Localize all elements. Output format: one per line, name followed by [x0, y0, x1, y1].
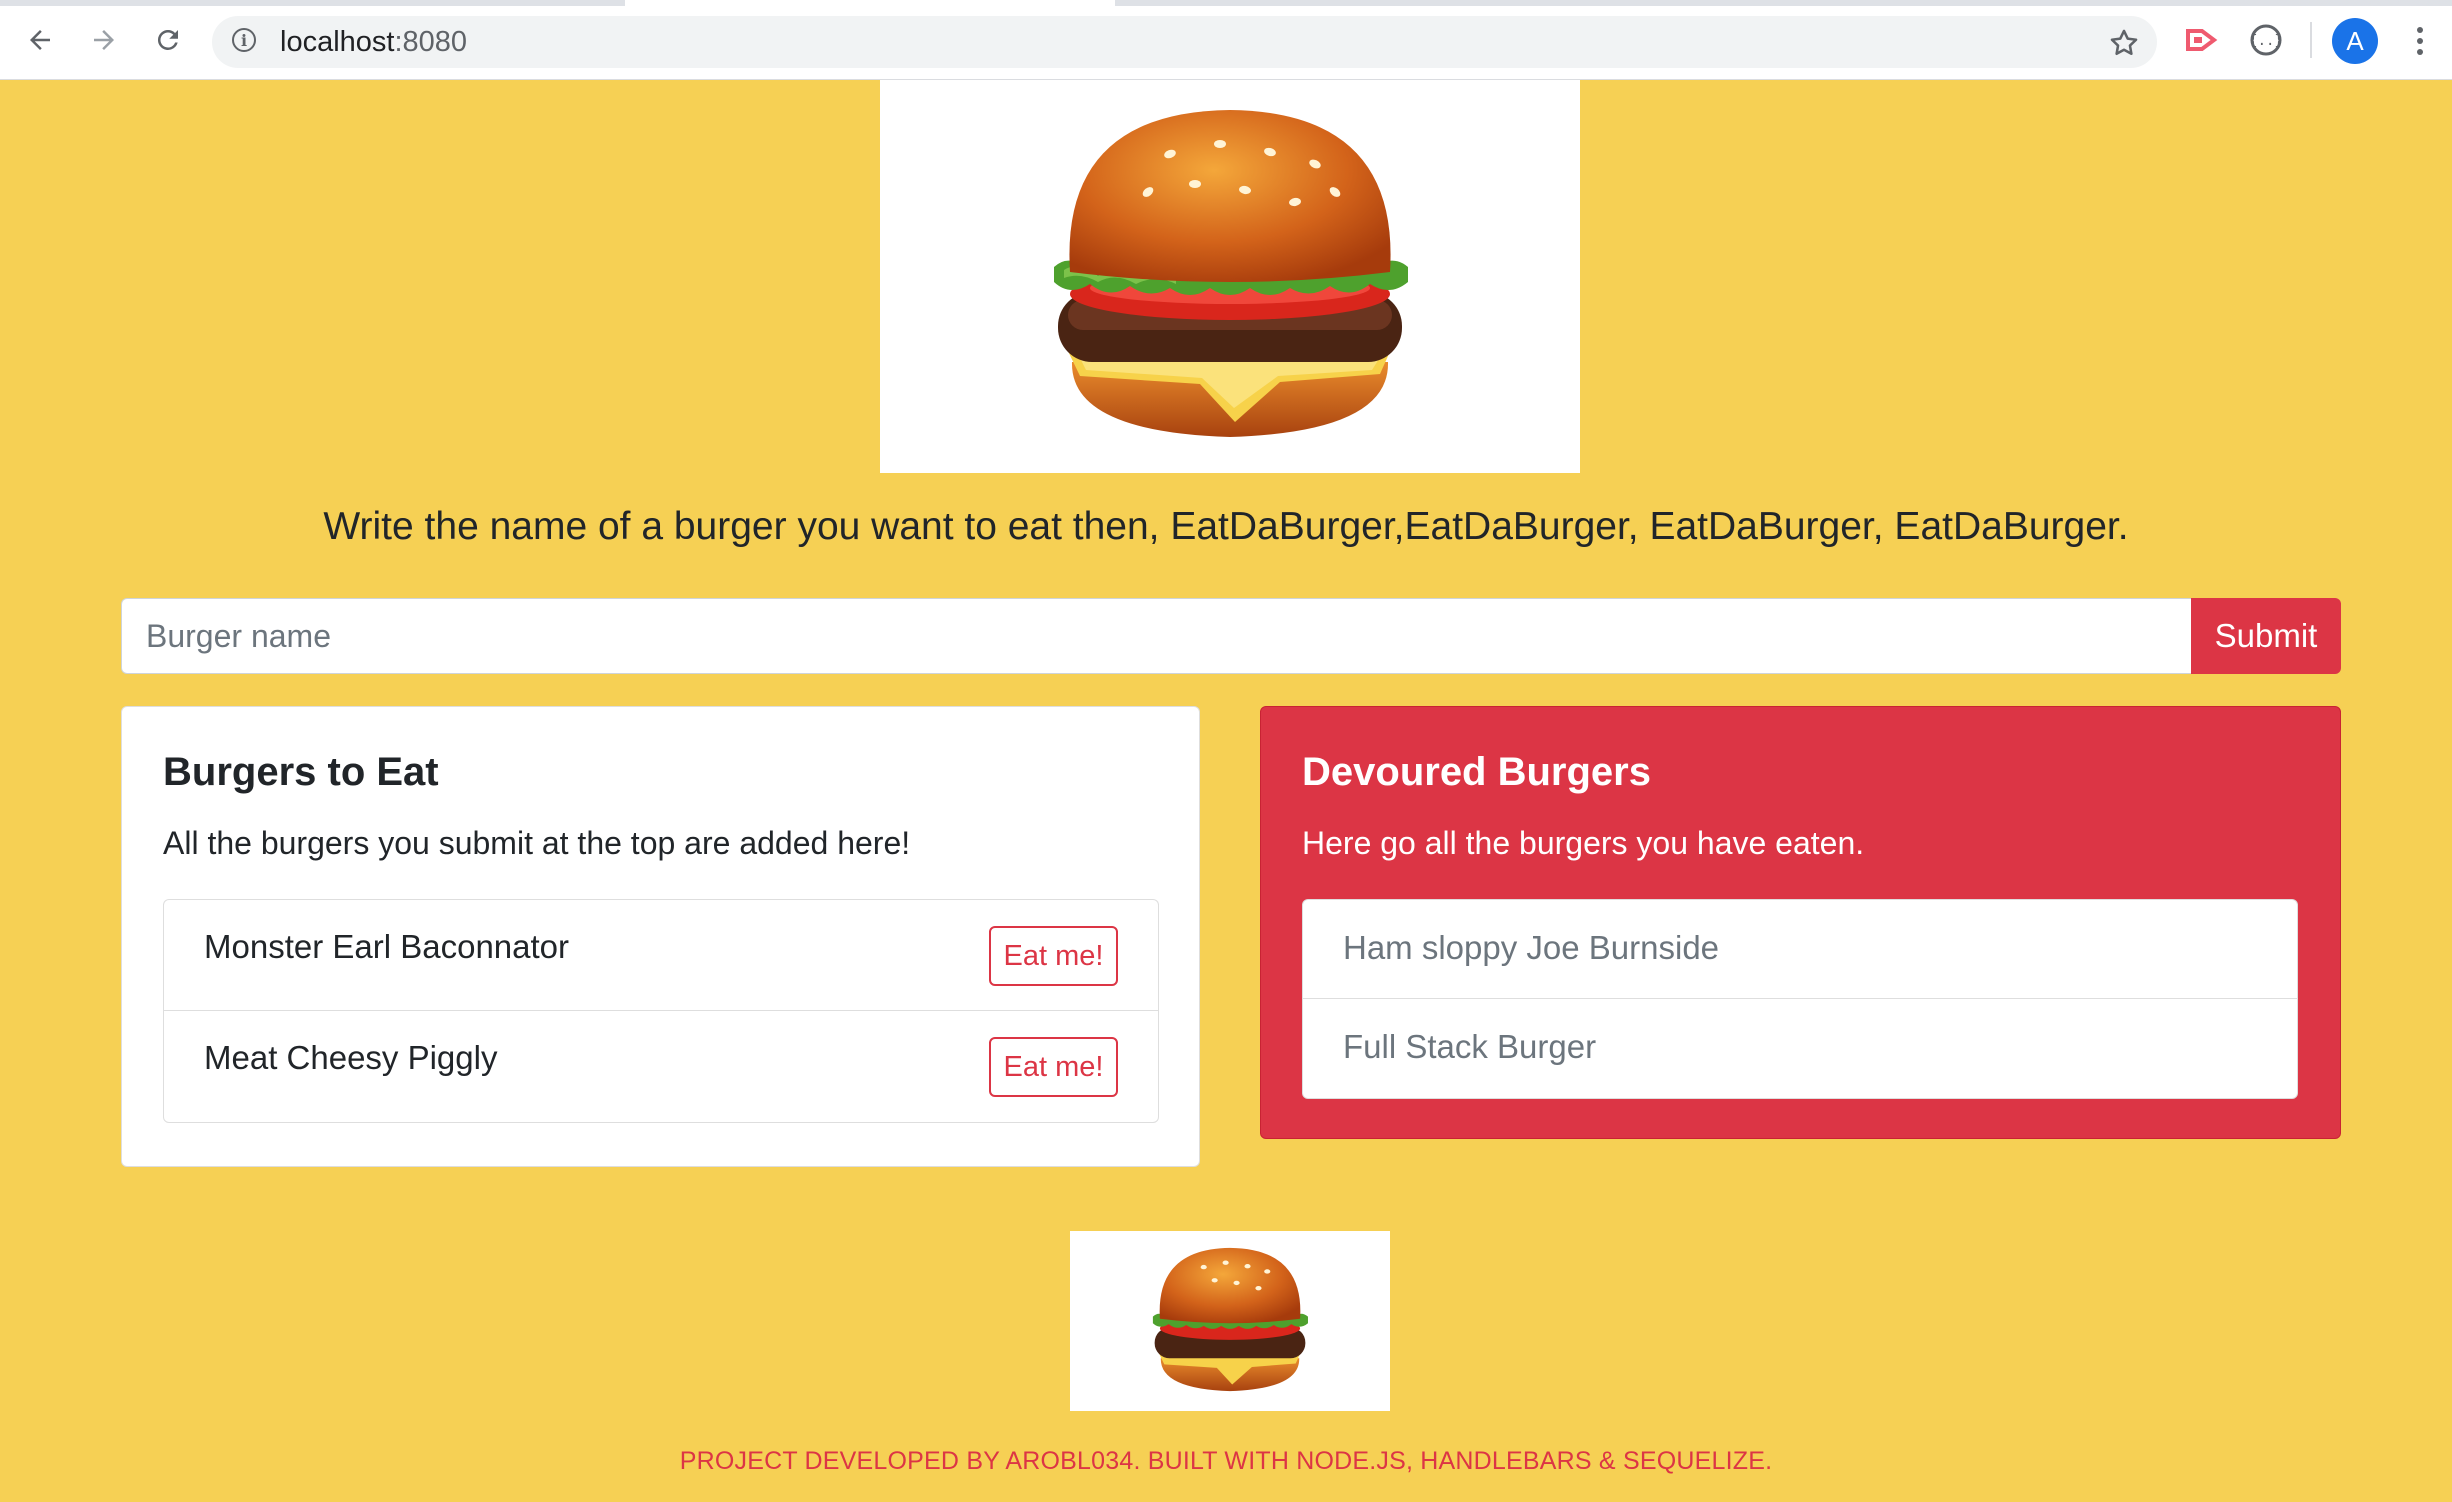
back-arrow-icon[interactable]	[18, 18, 62, 62]
intro-text: Write the name of a burger you want to e…	[323, 505, 2129, 548]
burgers-to-eat-title: Burgers to Eat	[163, 750, 439, 794]
list-item: Meat Cheesy Piggly Eat me!	[164, 1011, 1158, 1122]
footer-burger-image	[1070, 1231, 1390, 1411]
burgers-to-eat-list: Monster Earl Baconnator Eat me! Meat Che…	[163, 899, 1159, 1123]
url-port: :8080	[394, 26, 468, 58]
tab-strip	[0, 0, 2452, 6]
list-item: Full Stack Burger	[1303, 999, 2297, 1098]
avatar-letter: A	[2346, 25, 2364, 56]
reload-icon[interactable]	[146, 18, 190, 62]
hero-burger-image	[880, 80, 1580, 473]
burger-form: Submit	[121, 598, 2341, 674]
footer-credits: PROJECT DEVELOPED BY AROBL034. BUILT WIT…	[679, 1447, 1773, 1475]
eat-me-button[interactable]: Eat me!	[989, 926, 1118, 986]
profile-avatar[interactable]: A	[2332, 18, 2378, 64]
info-icon[interactable]: i	[232, 28, 256, 52]
address-bar[interactable]: i localhost:8080	[212, 16, 2157, 68]
devtools-extension-icon[interactable]: {..}	[2246, 20, 2286, 60]
burger-name: Meat Cheesy Piggly	[204, 1039, 498, 1076]
devoured-burgers-card: Devoured Burgers Here go all the burgers…	[1260, 706, 2341, 1139]
svg-text:{..}: {..}	[2249, 33, 2283, 49]
devoured-burgers-description: Here go all the burgers you have eaten.	[1302, 825, 1865, 861]
burger-name-input[interactable]	[121, 598, 2191, 674]
devoured-burgers-list: Ham sloppy Joe Burnside Full Stack Burge…	[1302, 899, 2298, 1099]
burgers-to-eat-card: Burgers to Eat All the burgers you submi…	[121, 706, 1200, 1167]
submit-button[interactable]: Submit	[2191, 598, 2341, 674]
browser-toolbar: i localhost:8080 {..} A	[0, 0, 2452, 80]
hamburger-icon	[1152, 1247, 1308, 1392]
burger-name: Ham sloppy Joe Burnside	[1343, 929, 1720, 966]
eat-me-button[interactable]: Eat me!	[989, 1037, 1118, 1097]
list-item: Monster Earl Baconnator Eat me!	[164, 900, 1158, 1011]
toolbar-separator	[2310, 22, 2312, 58]
burgers-to-eat-description: All the burgers you submit at the top ar…	[163, 825, 911, 861]
kebab-menu-icon[interactable]	[2400, 18, 2440, 64]
devoured-burgers-title: Devoured Burgers	[1302, 750, 1651, 794]
forward-arrow-icon[interactable]	[82, 18, 126, 62]
cast-extension-icon[interactable]	[2182, 20, 2222, 60]
hamburger-icon	[1054, 109, 1408, 437]
url-host: localhost	[280, 26, 395, 58]
url-text[interactable]: localhost:8080	[280, 16, 467, 68]
active-tab[interactable]	[625, 0, 1115, 6]
list-item: Ham sloppy Joe Burnside	[1303, 900, 2297, 999]
burger-name: Monster Earl Baconnator	[204, 928, 570, 965]
burger-name: Full Stack Burger	[1343, 1028, 1597, 1065]
star-icon[interactable]	[2107, 22, 2141, 68]
